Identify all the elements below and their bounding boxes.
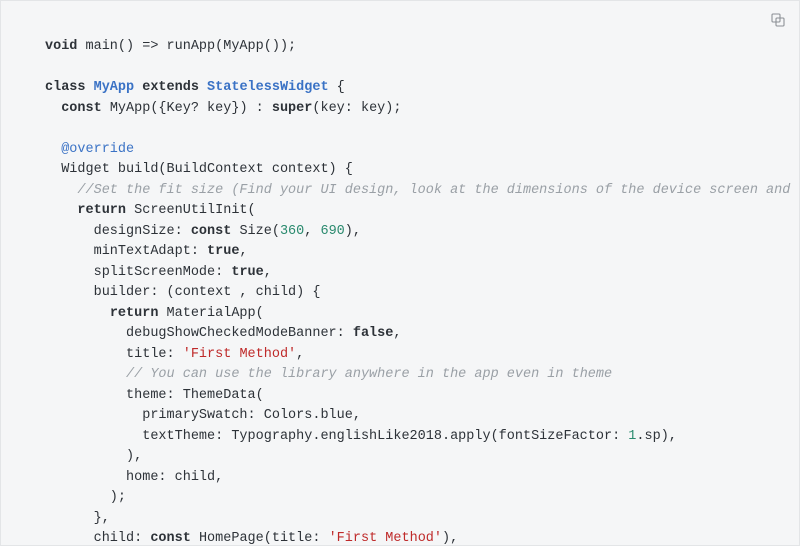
code-token: true xyxy=(231,265,263,280)
code-token: 360 xyxy=(280,224,304,239)
code-token: { xyxy=(329,80,345,95)
code-token: child: xyxy=(45,531,150,546)
code-line: builder: (context , child) { xyxy=(45,285,320,300)
code-token: MyApp({Key? key}) : xyxy=(102,101,272,116)
code-token: StatelessWidget xyxy=(207,80,329,95)
code-token: ScreenUtilInit( xyxy=(126,203,256,218)
code-token xyxy=(45,183,77,198)
code-token: const xyxy=(150,531,191,546)
code-token: , xyxy=(264,265,272,280)
code-token xyxy=(45,367,126,382)
code-line: Widget build(BuildContext context) { xyxy=(45,162,353,177)
code-token: ), xyxy=(442,531,458,546)
code-line: home: child, xyxy=(45,470,223,485)
copy-icon[interactable] xyxy=(769,11,787,29)
code-token: MaterialApp( xyxy=(158,306,263,321)
code-token: Size( xyxy=(231,224,280,239)
code-token: textTheme: Typography.englishLike2018.ap… xyxy=(45,429,628,444)
code-block: void main() => runApp(MyApp()); class My… xyxy=(0,0,800,546)
code-token: 'First Method' xyxy=(329,531,442,546)
code-token: 690 xyxy=(320,224,344,239)
code-token xyxy=(45,101,61,116)
code-line: }, xyxy=(45,511,110,526)
code-token: .sp), xyxy=(636,429,677,444)
code-token: ), xyxy=(345,224,361,239)
code-token: false xyxy=(353,326,394,341)
code-token: , xyxy=(304,224,320,239)
code-token: title: xyxy=(45,347,183,362)
code-token: return xyxy=(77,203,126,218)
code-line: theme: ThemeData( xyxy=(45,388,264,403)
code-token: extends xyxy=(134,80,207,95)
source-code: void main() => runApp(MyApp()); class My… xyxy=(45,37,781,546)
code-token: @override xyxy=(61,142,134,157)
code-token: minTextAdapt: xyxy=(45,244,207,259)
code-token xyxy=(45,142,61,157)
code-token: class xyxy=(45,80,94,95)
code-token xyxy=(45,203,77,218)
code-token: 'First Method' xyxy=(183,347,296,362)
code-token: true xyxy=(207,244,239,259)
code-token: designSize: xyxy=(45,224,191,239)
code-token: return xyxy=(110,306,159,321)
code-line: ); xyxy=(45,490,126,505)
code-token: debugShowCheckedModeBanner: xyxy=(45,326,353,341)
code-token: , xyxy=(239,244,247,259)
code-token: (key: key); xyxy=(312,101,401,116)
code-line: primarySwatch: Colors.blue, xyxy=(45,408,361,423)
code-token: , xyxy=(393,326,401,341)
code-token xyxy=(45,306,110,321)
code-token: //Set the fit size (Find your UI design,… xyxy=(77,183,790,198)
code-token: super xyxy=(272,101,313,116)
code-token: void xyxy=(45,39,77,54)
code-token: , xyxy=(296,347,304,362)
code-token: MyApp xyxy=(94,80,135,95)
code-token: HomePage(title: xyxy=(191,531,329,546)
code-token: const xyxy=(191,224,232,239)
code-token: const xyxy=(61,101,102,116)
code-line: ), xyxy=(45,449,142,464)
code-token: // You can use the library anywhere in t… xyxy=(126,367,612,382)
code-token: main() => runApp(MyApp()); xyxy=(77,39,296,54)
code-token: splitScreenMode: xyxy=(45,265,231,280)
